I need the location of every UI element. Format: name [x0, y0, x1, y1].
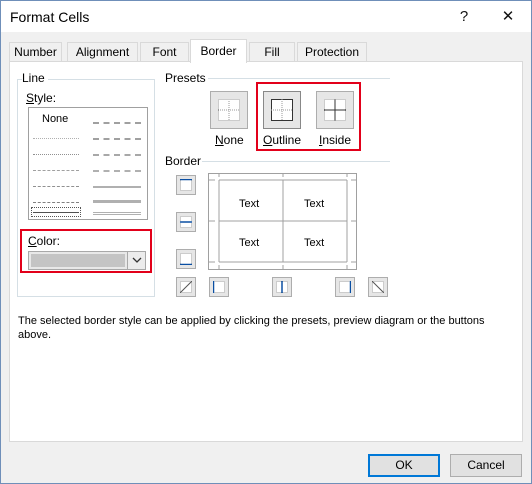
dialog-title: Format Cells	[10, 9, 90, 25]
border-left-icon	[212, 281, 225, 293]
help-button[interactable]: ?	[447, 5, 481, 29]
style-medium-dash-dot-dot[interactable]	[93, 122, 141, 124]
title-bar: Format Cells ? ✕	[1, 1, 531, 32]
style-thin[interactable]	[33, 212, 79, 213]
style-label: Style:	[26, 91, 60, 105]
border-bottom-icon	[180, 253, 192, 266]
preset-none-icon	[218, 99, 240, 121]
tab-fill[interactable]: Fill	[249, 42, 295, 62]
diagonal-down-icon	[371, 280, 385, 294]
cancel-button[interactable]: Cancel	[450, 454, 522, 477]
preview-text-1: Text	[239, 198, 260, 210]
preview-text-3: Text	[239, 237, 260, 249]
preview-guides	[209, 174, 356, 269]
border-diagonal-up-button[interactable]	[176, 277, 196, 297]
preview-text-2: Text	[304, 198, 325, 210]
line-group-label: Line	[22, 71, 48, 85]
style-dash-dot[interactable]	[33, 186, 79, 187]
border-bottom-button[interactable]	[176, 249, 196, 269]
border-tab-panel: Line Style: None Color: Presets None Out…	[9, 61, 523, 442]
line-style-list[interactable]: None	[28, 107, 148, 220]
tab-font[interactable]: Font	[140, 42, 189, 62]
border-group-label: Border	[165, 154, 205, 168]
border-description: The selected border style can be applied…	[18, 315, 485, 341]
preset-none-label: None	[215, 133, 244, 147]
border-left-button[interactable]	[209, 277, 229, 297]
preview-text-4: Text	[304, 237, 325, 249]
style-medium-dashed[interactable]	[93, 170, 141, 172]
style-medium[interactable]	[93, 186, 141, 188]
border-top-icon	[180, 178, 192, 191]
presets-highlight-box	[256, 82, 361, 151]
style-hair[interactable]	[33, 138, 79, 139]
border-top-button[interactable]	[176, 175, 196, 195]
tab-number[interactable]: Number	[9, 42, 62, 62]
preset-none-button[interactable]	[210, 91, 248, 129]
style-thick[interactable]	[93, 200, 141, 203]
border-inside-vertical-icon	[276, 281, 288, 293]
border-right-icon	[339, 281, 352, 293]
style-none-option[interactable]: None	[42, 113, 68, 125]
border-inside-vertical-button[interactable]	[272, 277, 292, 297]
style-medium-dash-dot[interactable]	[93, 154, 141, 156]
ok-button[interactable]: OK	[368, 454, 440, 477]
border-inside-horizontal-button[interactable]	[176, 212, 196, 232]
color-highlight-box	[20, 229, 152, 273]
presets-divider	[208, 78, 390, 79]
close-button[interactable]: ✕	[491, 5, 525, 29]
tab-border[interactable]: Border	[190, 39, 247, 63]
tab-protection[interactable]: Protection	[297, 42, 367, 62]
style-dashed[interactable]	[33, 202, 79, 203]
border-diagonal-down-button[interactable]	[368, 277, 388, 297]
presets-group-label: Presets	[165, 71, 209, 85]
border-preview-diagram[interactable]: Text Text Text Text	[208, 173, 357, 270]
style-dash-dot-dot[interactable]	[33, 170, 79, 171]
style-double[interactable]	[93, 212, 141, 215]
style-dotted[interactable]	[33, 154, 79, 155]
diagonal-up-icon	[179, 280, 193, 294]
border-inside-horizontal-icon	[180, 216, 192, 228]
border-right-button[interactable]	[335, 277, 355, 297]
tab-alignment[interactable]: Alignment	[67, 42, 138, 62]
border-divider	[202, 161, 390, 162]
style-slanted-dash-dot[interactable]	[93, 138, 141, 140]
format-cells-dialog: Format Cells ? ✕ Number Alignment Font B…	[0, 0, 532, 484]
